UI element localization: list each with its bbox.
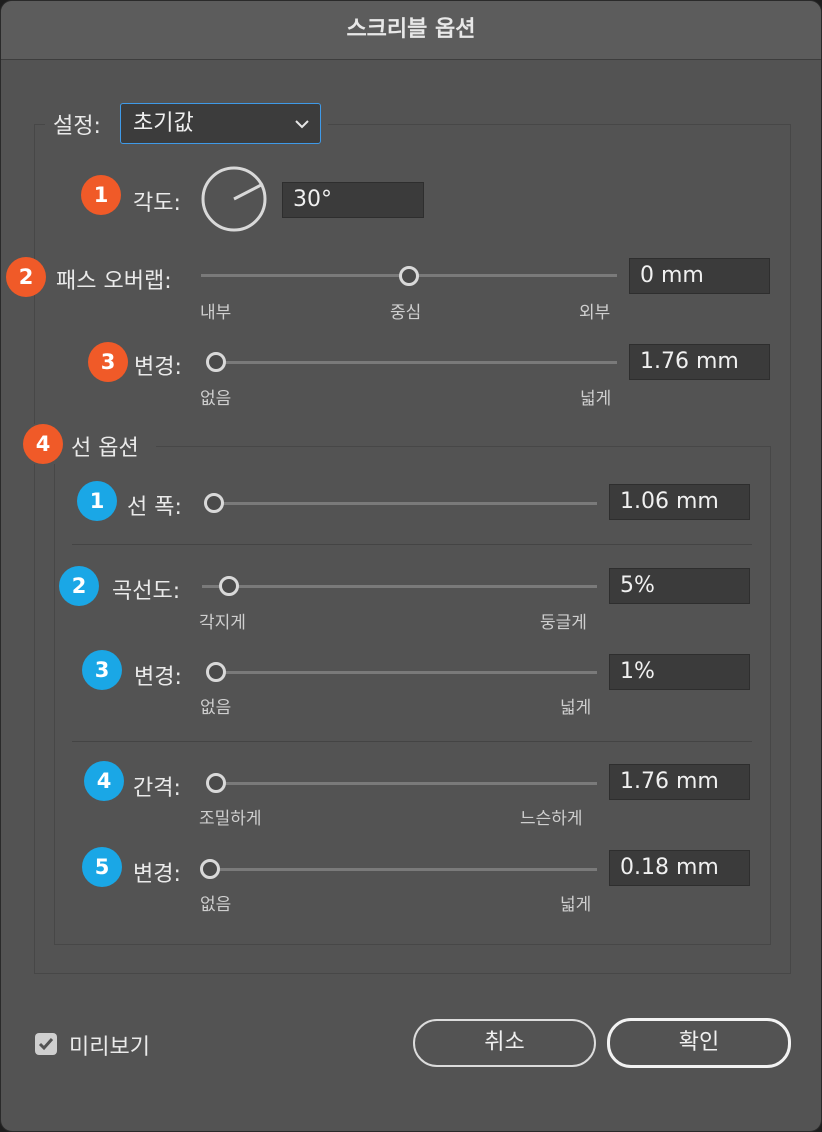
path-overlap-badge: 2: [6, 257, 46, 297]
line-options-divider: [72, 741, 752, 742]
curviness-variation-label: 변경:: [134, 665, 182, 690]
spacing-label: 간격:: [133, 776, 181, 801]
angle-label: 각도:: [133, 191, 181, 216]
spacing-variation-label: 변경:: [133, 862, 181, 887]
curviness-label: 곡선도:: [112, 579, 181, 604]
ok-button[interactable]: 확인: [607, 1018, 791, 1068]
curviness-variation-slider-thumb[interactable]: [206, 662, 226, 682]
curviness-badge: 2: [59, 566, 99, 606]
spacing-variation-min-label: 없음: [200, 895, 232, 915]
curviness-variation-min-label: 없음: [200, 698, 232, 718]
variation-min-label: 없음: [200, 389, 232, 409]
stroke-width-input[interactable]: 1.06 mm: [609, 484, 750, 520]
cancel-button[interactable]: 취소: [413, 1019, 596, 1067]
settings-dropdown-value: 초기값: [133, 111, 194, 136]
curviness-input[interactable]: 5%: [609, 568, 750, 604]
variation-slider-thumb[interactable]: [206, 352, 226, 372]
path-overlap-min-label: 내부: [200, 303, 232, 323]
path-overlap-input[interactable]: 0 mm: [629, 258, 770, 294]
settings-dropdown[interactable]: 초기값: [120, 103, 321, 144]
preview-checkbox[interactable]: [35, 1033, 57, 1055]
stroke-width-label: 선 폭:: [127, 495, 182, 520]
chevron-down-icon: [295, 120, 309, 129]
variation-badge: 3: [88, 342, 128, 382]
curviness-variation-max-label: 넓게: [560, 698, 592, 718]
line-options-divider: [72, 544, 752, 545]
dialog-title: 스크리블 옵션: [1, 1, 821, 60]
spacing-input[interactable]: 1.76 mm: [609, 764, 750, 800]
variation-input[interactable]: 1.76 mm: [629, 344, 770, 380]
scribble-options-dialog: 스크리블 옵션 설정: 초기값 1 각도: 30° 2 패스 오버랩: 내부 중…: [0, 0, 822, 1132]
variation-label: 변경:: [134, 355, 182, 380]
spacing-variation-slider-track[interactable]: [201, 868, 597, 871]
path-overlap-mid-label: 중심: [390, 303, 422, 323]
line-options-badge: 4: [23, 424, 63, 464]
spacing-slider-track[interactable]: [208, 782, 597, 785]
stroke-width-slider-track[interactable]: [205, 502, 597, 505]
checkmark-icon: [38, 1038, 54, 1051]
spacing-variation-input[interactable]: 0.18 mm: [609, 850, 750, 886]
curviness-slider-track[interactable]: [202, 585, 597, 588]
preview-label: 미리보기: [69, 1035, 150, 1060]
spacing-slider-thumb[interactable]: [206, 773, 226, 793]
spacing-variation-slider-thumb[interactable]: [200, 859, 220, 879]
stroke-width-badge: 1: [77, 481, 117, 521]
angle-input[interactable]: 30°: [282, 182, 424, 218]
path-overlap-max-label: 외부: [579, 303, 611, 323]
line-options-title: 선 옵션: [71, 436, 139, 461]
curviness-variation-slider-track[interactable]: [207, 671, 597, 674]
angle-dial-icon[interactable]: [200, 165, 268, 233]
curviness-slider-thumb[interactable]: [219, 576, 239, 596]
stroke-width-slider-thumb[interactable]: [204, 493, 224, 513]
spacing-max-label: 느슨하게: [520, 809, 583, 829]
curviness-min-label: 각지게: [199, 613, 246, 633]
curviness-variation-input[interactable]: 1%: [609, 654, 750, 690]
curviness-max-label: 둥글게: [540, 613, 587, 633]
spacing-variation-max-label: 넓게: [560, 895, 592, 915]
curviness-variation-badge: 3: [82, 650, 122, 690]
path-overlap-label: 패스 오버랩:: [56, 269, 172, 294]
variation-max-label: 넓게: [580, 389, 612, 409]
variation-slider-track[interactable]: [208, 361, 617, 364]
spacing-badge: 4: [84, 761, 124, 801]
path-overlap-slider-thumb[interactable]: [399, 266, 419, 286]
settings-label: 설정:: [53, 114, 101, 139]
spacing-min-label: 조밀하게: [199, 809, 262, 829]
angle-badge: 1: [81, 175, 121, 215]
spacing-variation-badge: 5: [82, 847, 122, 887]
